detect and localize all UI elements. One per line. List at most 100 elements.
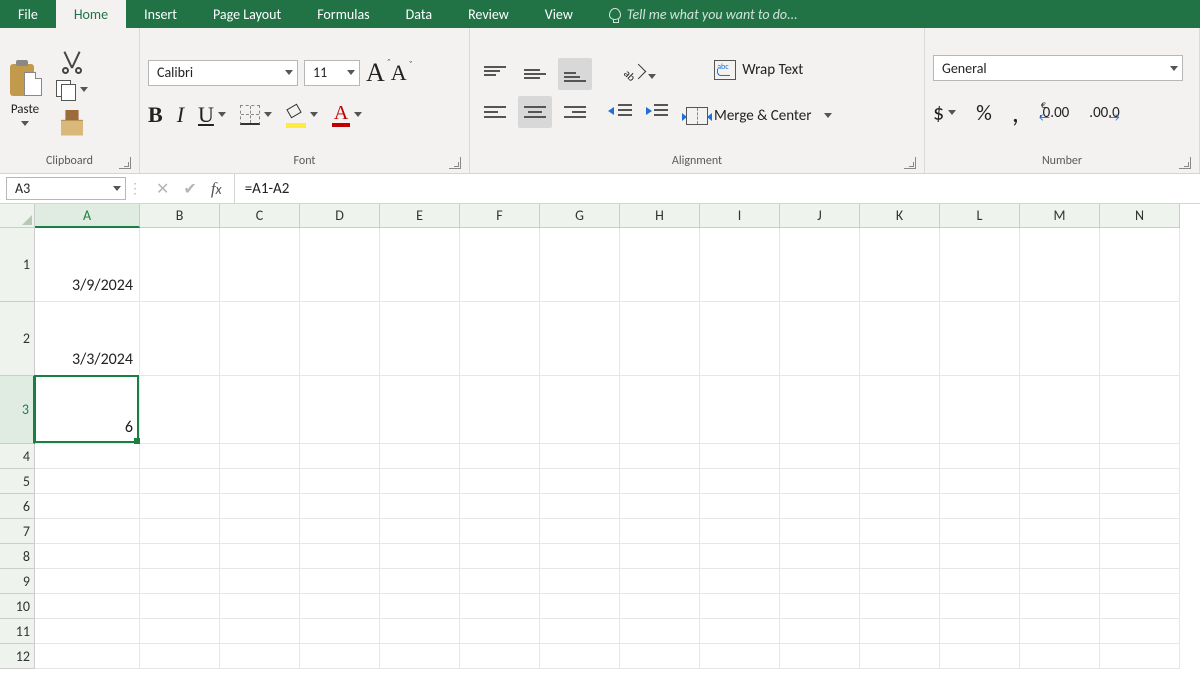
cell-J11[interactable] <box>780 619 860 644</box>
cancel-formula-button[interactable]: ✕ <box>156 179 169 199</box>
row-header-7[interactable]: 7 <box>0 519 35 544</box>
fill-color-button[interactable] <box>286 106 318 124</box>
column-header-K[interactable]: K <box>860 204 940 228</box>
cell-E4[interactable] <box>380 444 460 469</box>
align-right-button[interactable] <box>558 96 592 128</box>
align-top-button[interactable] <box>478 58 512 90</box>
cell-F3[interactable] <box>460 376 540 444</box>
cell-E8[interactable] <box>380 544 460 569</box>
cell-K3[interactable] <box>860 376 940 444</box>
cell-J8[interactable] <box>780 544 860 569</box>
cell-N4[interactable] <box>1100 444 1180 469</box>
cell-J5[interactable] <box>780 469 860 494</box>
cell-M7[interactable] <box>1020 519 1100 544</box>
cell-I12[interactable] <box>700 644 780 669</box>
cell-J2[interactable] <box>780 302 860 376</box>
wrap-text-button[interactable]: Wrap Text <box>686 54 832 86</box>
cell-G6[interactable] <box>540 494 620 519</box>
tab-review[interactable]: Review <box>450 0 527 28</box>
cells-area[interactable]: 3/9/20243/3/20246 <box>35 228 1200 675</box>
accounting-format-button[interactable]: $ <box>933 99 956 126</box>
cell-N12[interactable] <box>1100 644 1180 669</box>
cell-F4[interactable] <box>460 444 540 469</box>
copy-button[interactable] <box>56 80 88 100</box>
select-all-corner[interactable] <box>0 204 35 228</box>
cell-H7[interactable] <box>620 519 700 544</box>
cell-G11[interactable] <box>540 619 620 644</box>
paste-dropdown[interactable] <box>21 121 29 126</box>
cell-N11[interactable] <box>1100 619 1180 644</box>
number-dialog-launcher[interactable] <box>1179 157 1191 169</box>
cell-B3[interactable] <box>140 376 220 444</box>
insert-function-button[interactable]: fx <box>211 179 222 199</box>
cell-D6[interactable] <box>300 494 380 519</box>
cell-I10[interactable] <box>700 594 780 619</box>
cell-B6[interactable] <box>140 494 220 519</box>
cell-E9[interactable] <box>380 569 460 594</box>
cell-H1[interactable] <box>620 228 700 302</box>
cell-I11[interactable] <box>700 619 780 644</box>
cell-D4[interactable] <box>300 444 380 469</box>
cell-H8[interactable] <box>620 544 700 569</box>
cell-K7[interactable] <box>860 519 940 544</box>
font-name-combo[interactable]: Calibri <box>148 60 298 86</box>
cell-D10[interactable] <box>300 594 380 619</box>
cell-J1[interactable] <box>780 228 860 302</box>
bold-button[interactable]: B <box>148 102 163 128</box>
cell-E10[interactable] <box>380 594 460 619</box>
column-header-L[interactable]: L <box>940 204 1020 228</box>
cell-H11[interactable] <box>620 619 700 644</box>
cell-B4[interactable] <box>140 444 220 469</box>
cell-J7[interactable] <box>780 519 860 544</box>
cell-B7[interactable] <box>140 519 220 544</box>
italic-button[interactable]: I <box>177 102 184 128</box>
font-dialog-launcher[interactable] <box>449 157 461 169</box>
cell-L4[interactable] <box>940 444 1020 469</box>
decrease-indent-button[interactable] <box>610 102 632 120</box>
cell-L5[interactable] <box>940 469 1020 494</box>
cell-J3[interactable] <box>780 376 860 444</box>
cell-M6[interactable] <box>1020 494 1100 519</box>
cell-B12[interactable] <box>140 644 220 669</box>
cell-M11[interactable] <box>1020 619 1100 644</box>
cell-A11[interactable] <box>35 619 140 644</box>
cell-F12[interactable] <box>460 644 540 669</box>
cell-K5[interactable] <box>860 469 940 494</box>
cell-G2[interactable] <box>540 302 620 376</box>
cell-J10[interactable] <box>780 594 860 619</box>
column-header-A[interactable]: A <box>35 204 140 228</box>
cell-K2[interactable] <box>860 302 940 376</box>
cell-M2[interactable] <box>1020 302 1100 376</box>
cell-I6[interactable] <box>700 494 780 519</box>
row-header-5[interactable]: 5 <box>0 469 35 494</box>
cell-C6[interactable] <box>220 494 300 519</box>
cell-A8[interactable] <box>35 544 140 569</box>
increase-decimal-button[interactable]: € .0.00 ← <box>1039 104 1069 122</box>
cell-A1[interactable]: 3/9/2024 <box>35 228 140 302</box>
cell-C2[interactable] <box>220 302 300 376</box>
cell-A4[interactable] <box>35 444 140 469</box>
cell-F8[interactable] <box>460 544 540 569</box>
cell-L11[interactable] <box>940 619 1020 644</box>
cell-M12[interactable] <box>1020 644 1100 669</box>
merge-center-button[interactable]: Merge & Center <box>686 100 832 132</box>
cell-B10[interactable] <box>140 594 220 619</box>
cell-N1[interactable] <box>1100 228 1180 302</box>
row-header-3[interactable]: 3 <box>0 376 35 444</box>
row-header-8[interactable]: 8 <box>0 544 35 569</box>
align-bottom-button[interactable] <box>558 58 592 90</box>
cell-I1[interactable] <box>700 228 780 302</box>
cell-I5[interactable] <box>700 469 780 494</box>
cell-F5[interactable] <box>460 469 540 494</box>
column-header-D[interactable]: D <box>300 204 380 228</box>
cell-L6[interactable] <box>940 494 1020 519</box>
cell-H3[interactable] <box>620 376 700 444</box>
cell-K10[interactable] <box>860 594 940 619</box>
cell-E2[interactable] <box>380 302 460 376</box>
cell-C10[interactable] <box>220 594 300 619</box>
cell-N6[interactable] <box>1100 494 1180 519</box>
column-header-B[interactable]: B <box>140 204 220 228</box>
cell-I8[interactable] <box>700 544 780 569</box>
cell-C5[interactable] <box>220 469 300 494</box>
cell-K12[interactable] <box>860 644 940 669</box>
